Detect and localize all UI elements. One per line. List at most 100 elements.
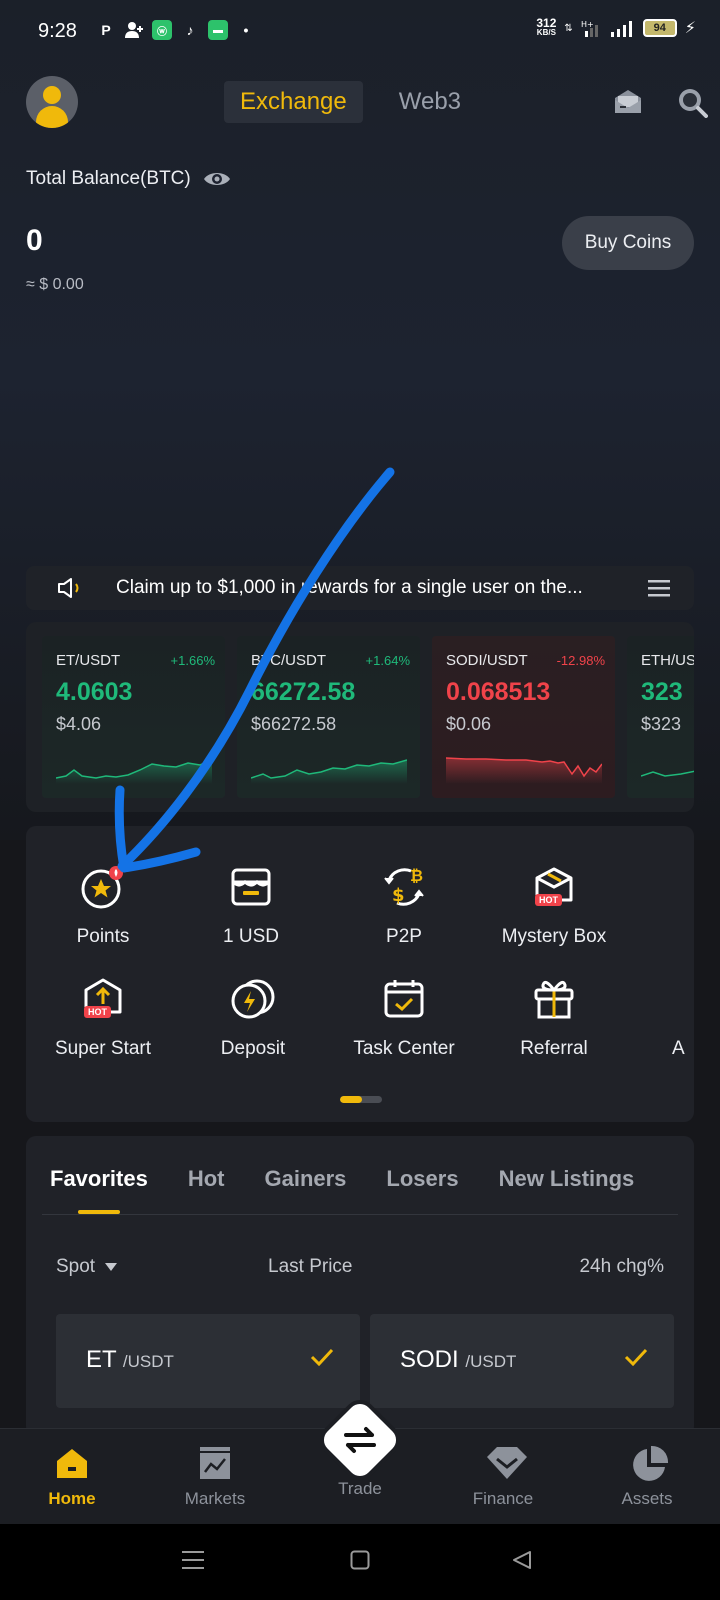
pair-quote: /USDT [122,1352,174,1371]
deposit-coins-icon [230,976,276,1022]
shortcut-deposit[interactable]: Deposit [178,976,328,1060]
ticker-change: -12.98% [556,653,605,668]
tab-losers[interactable]: Losers [386,1166,458,1192]
system-navigation-bar [0,1524,720,1600]
nav-trade[interactable]: Trade [310,1479,410,1499]
markets-icon [197,1445,233,1481]
ticker-sparkline [641,770,694,777]
user-avatar[interactable] [26,76,78,128]
bottom-navigation: Home Markets Trade Finance Assets [0,1398,720,1524]
tab-new-listings[interactable]: New Listings [499,1166,635,1192]
shortcut-partial[interactable]: A [672,976,694,1060]
signal-icon-1: H+ [581,20,598,37]
pair-quote: /USDT [465,1352,517,1371]
total-balance-fiat: ≈ $ 0.00 [26,276,84,293]
nav-home[interactable]: Home [22,1445,122,1509]
nav-finance[interactable]: Finance [453,1445,553,1509]
nav-assets[interactable]: Assets [597,1445,697,1509]
ticker-sparkline [251,759,407,784]
shortcut-points[interactable]: Points [28,864,178,948]
announcement-bar[interactable]: Claim up to $1,000 in rewards for a sing… [26,566,694,610]
tab-favorites[interactable]: Favorites [50,1166,148,1214]
ticker-card[interactable]: ET/USDT +1.66% 4.0603 $4.06 [42,636,225,798]
announcement-text: Claim up to $1,000 in rewards for a sing… [116,577,583,598]
shortcut-task-center[interactable]: Task Center [329,976,479,1060]
divider [42,1214,678,1215]
tab-web3[interactable]: Web3 [383,81,477,123]
ticker-card[interactable]: ETH/USDT 323 $323 [627,636,694,798]
total-balance-label: Total Balance(BTC) [26,168,231,190]
shortcut-label: Referral [520,1038,588,1059]
market-tabs: Favorites Hot Gainers Losers New Listing… [50,1166,635,1214]
ticker-carousel[interactable]: ET/USDT +1.66% 4.0603 $4.06 BTC/USDT +1.… [26,622,694,812]
tab-hot[interactable]: Hot [188,1166,225,1192]
status-time: 9:28 [38,20,77,42]
change-header[interactable]: 24h chg% [579,1256,664,1278]
messages-icon[interactable] [612,86,644,118]
spot-dropdown[interactable]: Spot [56,1256,118,1278]
charging-icon: ⚡ [684,20,696,37]
eye-icon[interactable] [203,170,231,188]
shortcut-label: Super Start [54,1038,152,1059]
last-price-header[interactable]: Last Price [268,1256,352,1278]
search-icon[interactable] [676,86,708,118]
ticker-pair: ET/USDT [56,652,121,669]
shortcut-label: Deposit [220,1038,286,1059]
ticker-sparkline [446,757,602,784]
pair-base: ET [86,1346,117,1373]
total-balance-value: 0 [26,224,43,257]
recent-apps-icon[interactable] [182,1550,204,1570]
back-triangle-icon[interactable] [512,1550,532,1570]
shortcut-referral[interactable]: Referral [479,976,629,1060]
shortcut-1usd[interactable]: 1 USD [176,864,326,948]
ticker-fiat: $4.06 [56,714,102,734]
favorite-pair-card[interactable]: ET /USDT [56,1314,360,1408]
shortcut-label: Points [76,926,130,947]
ticker-price: 0.068513 [446,678,551,706]
notification-icons: P ⓦ ♪ ▬ • [96,20,256,40]
svg-text:$: $ [392,885,405,906]
more-dot-icon: • [243,22,249,38]
star-coin-icon [80,864,126,910]
checkmark-icon[interactable] [310,1348,334,1366]
ticker-pair: BTC/USDT [251,652,326,669]
hot-badge: HOT [535,894,562,906]
checkmark-icon[interactable] [624,1348,648,1366]
shortcut-grid: Points 1 USD ₿ $ P2P HOT Mystery Box HOT… [26,826,694,1122]
ticker-fiat: $323 [641,714,682,734]
home-square-icon[interactable] [350,1550,370,1570]
favorite-pair-card[interactable]: SODI /USDT [370,1314,674,1408]
wechat-icon: ⓦ [152,20,172,40]
shortcut-label: Task Center [353,1038,455,1059]
home-icon [54,1445,90,1481]
buy-coins-button[interactable]: Buy Coins [562,216,694,270]
exchange-web3-switch[interactable]: Exchange Web3 [224,81,477,123]
battery-indicator: 94 [642,19,677,37]
shortcut-mystery-box[interactable]: HOT Mystery Box [479,864,629,948]
add-person-icon [124,20,144,40]
ticker-fiat: $66272.58 [251,714,337,734]
menu-list-icon[interactable] [648,579,670,597]
nav-markets[interactable]: Markets [165,1445,265,1509]
ticker-sparkline [56,758,212,784]
tab-exchange[interactable]: Exchange [224,81,363,123]
message-app-icon: ▬ [208,20,228,40]
speaker-icon [58,578,79,598]
ticker-pair: ETH/USDT [641,652,694,669]
ticker-price: 323 [641,678,683,706]
shortcut-p2p[interactable]: ₿ $ P2P [329,864,479,948]
shortcut-label: A [672,1038,685,1059]
swap-icon [344,1427,376,1453]
markets-panel: Favorites Hot Gainers Losers New Listing… [26,1136,694,1436]
shortcut-label: 1 USD [223,926,279,947]
pair-base: SODI [400,1346,459,1373]
ticker-fiat: $0.06 [446,714,492,734]
shortcut-label: P2P [386,926,422,947]
store-icon [228,864,274,910]
calendar-check-icon [381,976,427,1022]
ticker-card[interactable]: SODI/USDT -12.98% 0.068513 $0.06 [432,636,615,798]
tab-gainers[interactable]: Gainers [264,1166,346,1192]
shortcut-super-start[interactable]: HOT Super Start [28,976,178,1060]
ticker-card[interactable]: BTC/USDT +1.64% 66272.58 $66272.58 [237,636,420,798]
caret-down-icon [105,1263,118,1271]
